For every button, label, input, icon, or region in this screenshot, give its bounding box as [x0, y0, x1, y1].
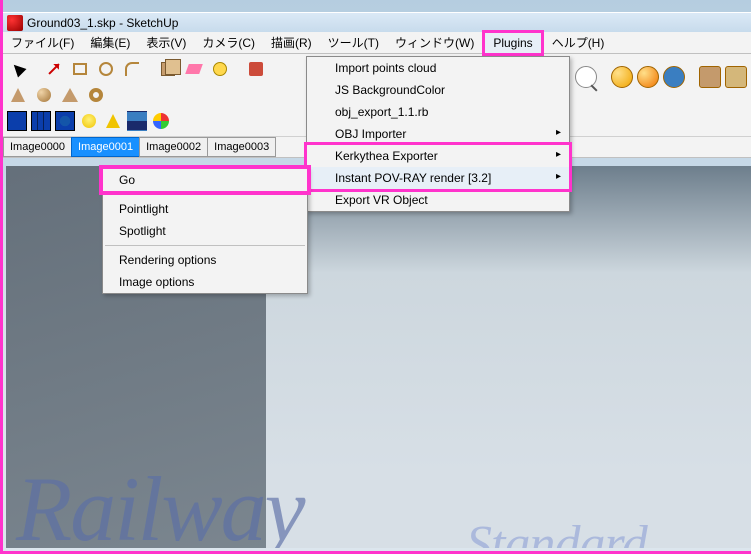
shape-pyramid[interactable]	[59, 84, 81, 106]
menu-draw[interactable]: 描画(R)	[263, 31, 320, 54]
shape-sphere[interactable]	[33, 84, 55, 106]
globe-icon-3[interactable]	[663, 66, 685, 88]
menu-plugins[interactable]: Plugins	[482, 30, 543, 56]
box-icon-2[interactable]	[725, 66, 747, 88]
plugin-icon-cone[interactable]	[103, 111, 123, 131]
plugin-icon-dual[interactable]	[127, 111, 147, 131]
watermark-main: Railway	[16, 456, 304, 548]
plugins-item-import-points[interactable]: Import points cloud	[307, 57, 569, 79]
menubar: ファイル(F) 編集(E) 表示(V) カメラ(C) 描画(R) ツール(T) …	[3, 32, 751, 54]
menu-file[interactable]: ファイル(F)	[3, 31, 82, 54]
plugins-item-objexport[interactable]: obj_export_1.1.rb	[307, 101, 569, 123]
plugin-icon-1[interactable]	[7, 111, 27, 131]
plugins-item-povray[interactable]: Instant POV-RAY render [3.2]	[307, 167, 569, 189]
app-icon	[7, 15, 23, 31]
toolbar-right	[575, 66, 747, 88]
plugins-dropdown: Import points cloud JS BackgroundColor o…	[306, 56, 570, 212]
menu-tools[interactable]: ツール(T)	[320, 31, 387, 54]
plugin-icon-2[interactable]	[31, 111, 51, 131]
plugins-item-exportvr[interactable]: Export VR Object	[307, 189, 569, 211]
scene-tab-0[interactable]: Image0000	[3, 137, 72, 157]
shape-torus[interactable]	[85, 84, 107, 106]
menu-camera[interactable]: カメラ(C)	[194, 31, 263, 54]
tool-zoom[interactable]	[575, 66, 597, 88]
menu-edit[interactable]: 編集(E)	[82, 31, 138, 54]
tool-paint-bucket[interactable]	[245, 58, 267, 80]
plugins-item-bgcolor[interactable]: JS BackgroundColor	[307, 79, 569, 101]
menu-help[interactable]: ヘルプ(H)	[544, 31, 613, 54]
tool-tape-measure[interactable]	[209, 58, 231, 80]
tool-pencil[interactable]	[43, 58, 65, 80]
box-icon-1[interactable]	[699, 66, 721, 88]
menu-separator	[105, 245, 305, 246]
plugin-icon-3[interactable]	[55, 111, 75, 131]
tool-arc[interactable]	[121, 58, 143, 80]
watermark-sub: Standard	[466, 515, 647, 548]
tool-select-arrow[interactable]	[7, 58, 29, 80]
menu-separator	[105, 194, 305, 195]
povray-item-image-options[interactable]: Image options	[103, 271, 307, 293]
povray-submenu: Go Pointlight Spotlight Rendering option…	[102, 168, 308, 294]
tool-circle[interactable]	[95, 58, 117, 80]
titlebar: Ground03_1.skp - SketchUp	[3, 12, 751, 32]
globe-icon-1[interactable]	[611, 66, 633, 88]
plugins-item-kerkythea[interactable]: Kerkythea Exporter	[307, 145, 569, 167]
povray-item-go[interactable]: Go	[103, 169, 307, 191]
plugin-icon-palette[interactable]	[151, 111, 171, 131]
povray-item-pointlight[interactable]: Pointlight	[103, 198, 307, 220]
tool-rectangle[interactable]	[69, 58, 91, 80]
tool-push-pull[interactable]	[157, 58, 179, 80]
scene-tab-3[interactable]: Image0003	[207, 137, 276, 157]
plugins-item-objimporter[interactable]: OBJ Importer	[307, 123, 569, 145]
scene-tab-2[interactable]: Image0002	[139, 137, 208, 157]
povray-item-rendering-options[interactable]: Rendering options	[103, 249, 307, 271]
scene-tab-1[interactable]: Image0001	[71, 137, 140, 157]
povray-item-spotlight[interactable]: Spotlight	[103, 220, 307, 242]
menu-view[interactable]: 表示(V)	[138, 31, 194, 54]
shape-cone[interactable]	[7, 84, 29, 106]
tool-eraser[interactable]	[183, 58, 205, 80]
menu-window[interactable]: ウィンドウ(W)	[387, 31, 482, 54]
globe-icon-2[interactable]	[637, 66, 659, 88]
window-title: Ground03_1.skp - SketchUp	[27, 16, 178, 30]
plugin-icon-bulb[interactable]	[79, 111, 99, 131]
